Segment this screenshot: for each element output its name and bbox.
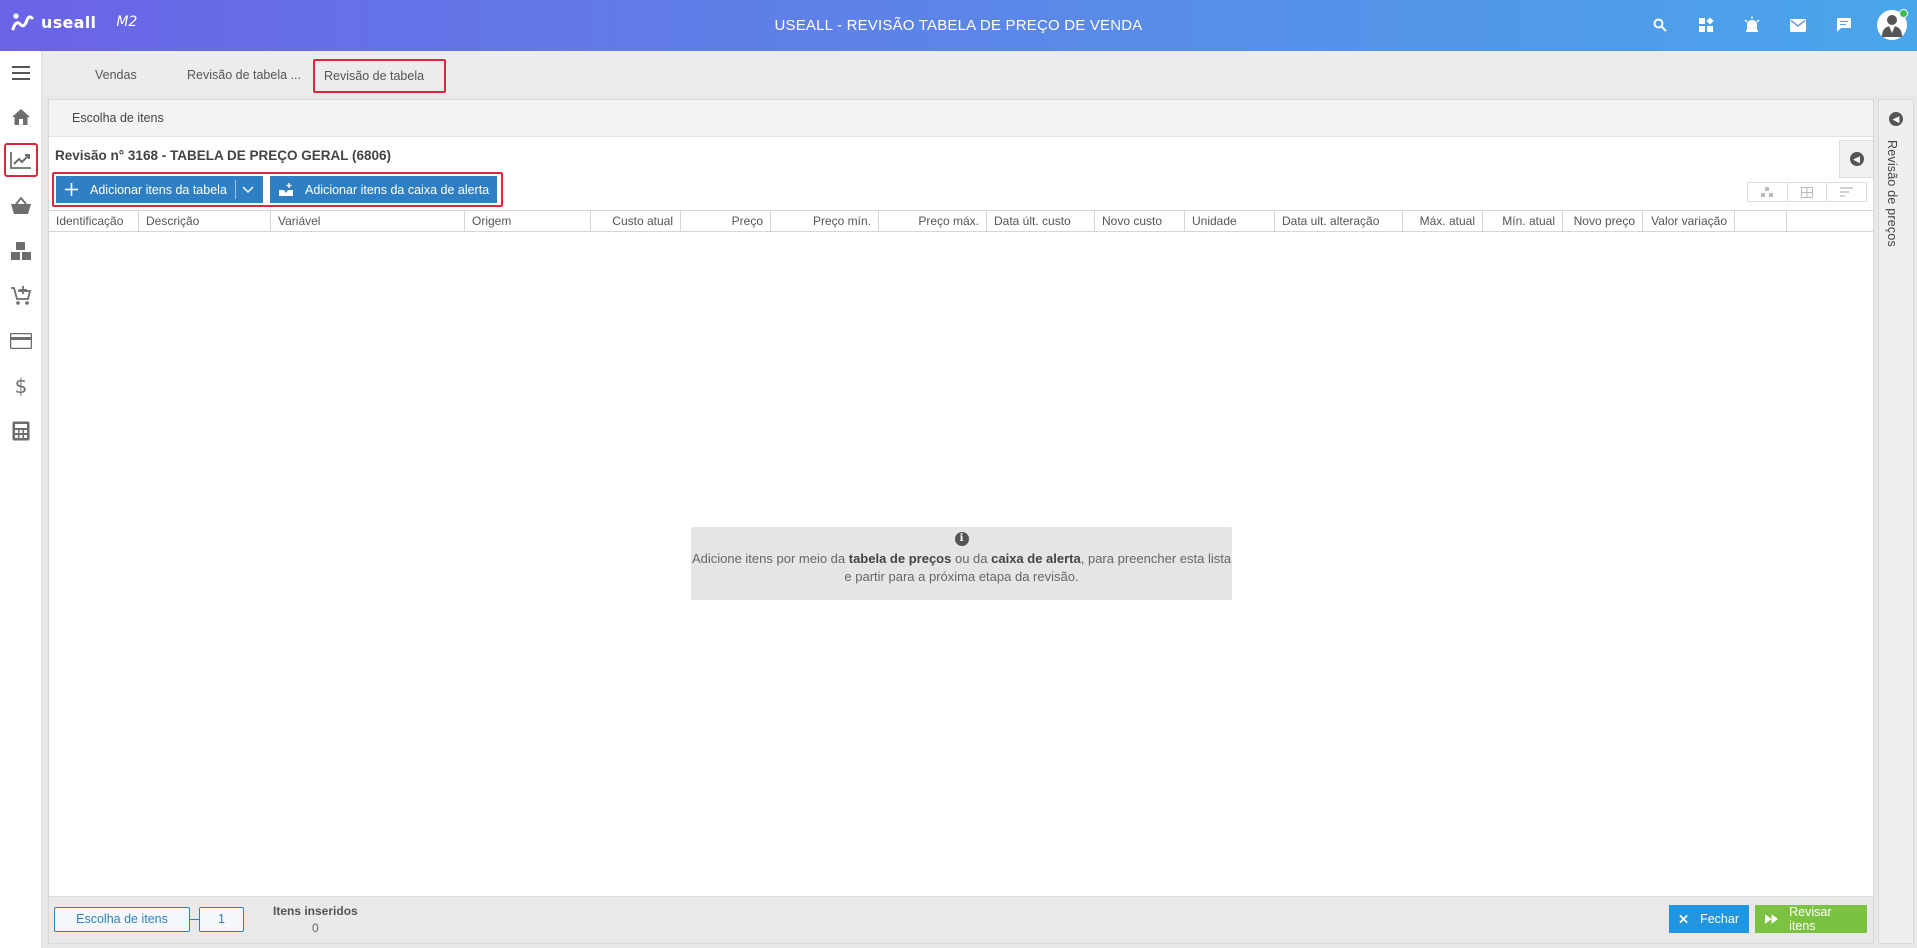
column-header[interactable]: Origem xyxy=(465,211,591,231)
step-escolha-itens[interactable]: Escolha de itens xyxy=(54,907,190,932)
column-header[interactable]: Preço máx. xyxy=(879,211,987,231)
close-icon xyxy=(1679,914,1688,924)
plus-icon xyxy=(65,183,78,196)
add-table-items-button[interactable]: Adicionar itens da tabela xyxy=(56,176,263,203)
column-header[interactable]: Identificação xyxy=(49,211,139,231)
add-alert-items-button[interactable]: Adicionar itens da caixa de alerta xyxy=(270,176,497,203)
column-header[interactable]: Variável xyxy=(271,211,465,231)
home-icon[interactable] xyxy=(4,100,38,134)
inserted-items-count: 0 xyxy=(312,921,319,935)
tab-revisao-tabela-2[interactable]: Revisão de tabela ... xyxy=(313,59,446,113)
group-icon[interactable] xyxy=(1748,183,1788,201)
price-review-side-panel[interactable]: ◀ Revisão de preços xyxy=(1878,99,1914,944)
svg-text:$: $ xyxy=(15,375,28,397)
column-header[interactable]: Mín. atual xyxy=(1483,211,1563,231)
menu-icon[interactable] xyxy=(4,56,38,90)
step-connector xyxy=(190,919,199,920)
calculator-icon[interactable] xyxy=(4,414,38,448)
empty-list-message: i Adicione itens por meio da tabela de p… xyxy=(691,527,1232,600)
chat-icon[interactable] xyxy=(1831,12,1857,38)
add-cart-icon[interactable] xyxy=(4,279,38,313)
online-status-dot xyxy=(1899,9,1908,18)
tab-revisao-tabela-1[interactable]: Revisão de tabela ... xyxy=(178,59,310,93)
left-nav-rail: $ xyxy=(0,51,42,948)
basket-icon[interactable] xyxy=(4,189,38,223)
fast-forward-icon xyxy=(1765,914,1779,924)
credit-card-icon[interactable] xyxy=(4,324,38,358)
app-title: USEALL - REVISÃO TABELA DE PREÇO DE VEND… xyxy=(774,17,1143,34)
chevron-left-icon: ◀ xyxy=(1849,152,1864,166)
tab-bar: Vendas Revisão de tabela ... Revisão de … xyxy=(43,51,1917,113)
column-header[interactable]: Novo custo xyxy=(1095,211,1185,231)
column-header[interactable]: Valor variação xyxy=(1643,211,1735,231)
column-header[interactable]: Preço xyxy=(681,211,771,231)
info-icon: i xyxy=(954,532,969,546)
alarm-icon[interactable] xyxy=(1739,12,1765,38)
user-avatar[interactable] xyxy=(1877,9,1908,40)
column-header[interactable]: Descrição xyxy=(139,211,271,231)
collapse-panel-button[interactable]: ◀ xyxy=(1839,140,1873,178)
panel-header: Escolha de itens xyxy=(49,100,1873,137)
column-header[interactable]: Novo preço xyxy=(1563,211,1643,231)
revision-title: Revisão n° 3168 - TABELA DE PREÇO GERAL … xyxy=(55,148,391,163)
add-alert-items-label: Adicionar itens da caixa de alerta xyxy=(305,182,490,197)
inserted-items-label: Itens inseridos xyxy=(273,904,358,918)
review-items-button[interactable]: Revisar itens xyxy=(1755,905,1867,933)
column-header[interactable]: Data ult. alteração xyxy=(1275,211,1403,231)
step-number-badge: 1 xyxy=(199,907,244,932)
add-table-items-label: Adicionar itens da tabela xyxy=(90,182,227,197)
column-header[interactable]: Preço mín. xyxy=(771,211,879,231)
side-panel-label: Revisão de preços xyxy=(1885,140,1899,247)
mail-icon[interactable] xyxy=(1785,12,1811,38)
boxes-icon[interactable] xyxy=(4,234,38,268)
main-panel: Escolha de itens Revisão n° 3168 - TABEL… xyxy=(48,99,1874,944)
chevron-down-icon[interactable] xyxy=(242,186,254,194)
add-items-button-group: Adicionar itens da tabela Adicionar iten… xyxy=(52,172,503,207)
trending-chart-icon[interactable] xyxy=(4,143,38,177)
review-items-label: Revisar itens xyxy=(1789,905,1832,933)
column-header[interactable]: Unidade xyxy=(1185,211,1275,231)
button-separator xyxy=(234,180,236,199)
top-bar: useall M2 USEALL - REVISÃO TABELA DE PRE… xyxy=(0,0,1917,51)
chevron-left-icon[interactable]: ◀ xyxy=(1889,112,1903,126)
alert-box-icon xyxy=(279,182,293,196)
grid-toolbar xyxy=(1747,182,1867,202)
tab-vendas[interactable]: Vendas xyxy=(86,59,146,93)
grid-header-row: Identificação Descrição Variável Origem … xyxy=(49,210,1873,232)
search-icon[interactable] xyxy=(1647,12,1673,38)
dollar-icon[interactable]: $ xyxy=(4,369,38,403)
sort-icon[interactable] xyxy=(1827,183,1866,201)
apps-icon[interactable] xyxy=(1693,12,1719,38)
column-header[interactable]: Máx. atual xyxy=(1403,211,1483,231)
column-header-empty xyxy=(1735,211,1787,231)
panel-footer: Escolha de itens 1 Itens inseridos 0 Fec… xyxy=(49,896,1873,943)
column-header[interactable]: Data últ. custo xyxy=(987,211,1095,231)
column-header[interactable]: Custo atual xyxy=(591,211,681,231)
inserted-items-counter: Itens inseridos 0 xyxy=(273,904,358,935)
close-button[interactable]: Fechar xyxy=(1669,905,1749,933)
columns-grid-icon[interactable] xyxy=(1788,183,1828,201)
empty-list-text: Adicione itens por meio da tabela de pre… xyxy=(691,551,1232,584)
close-button-label: Fechar xyxy=(1700,912,1739,926)
